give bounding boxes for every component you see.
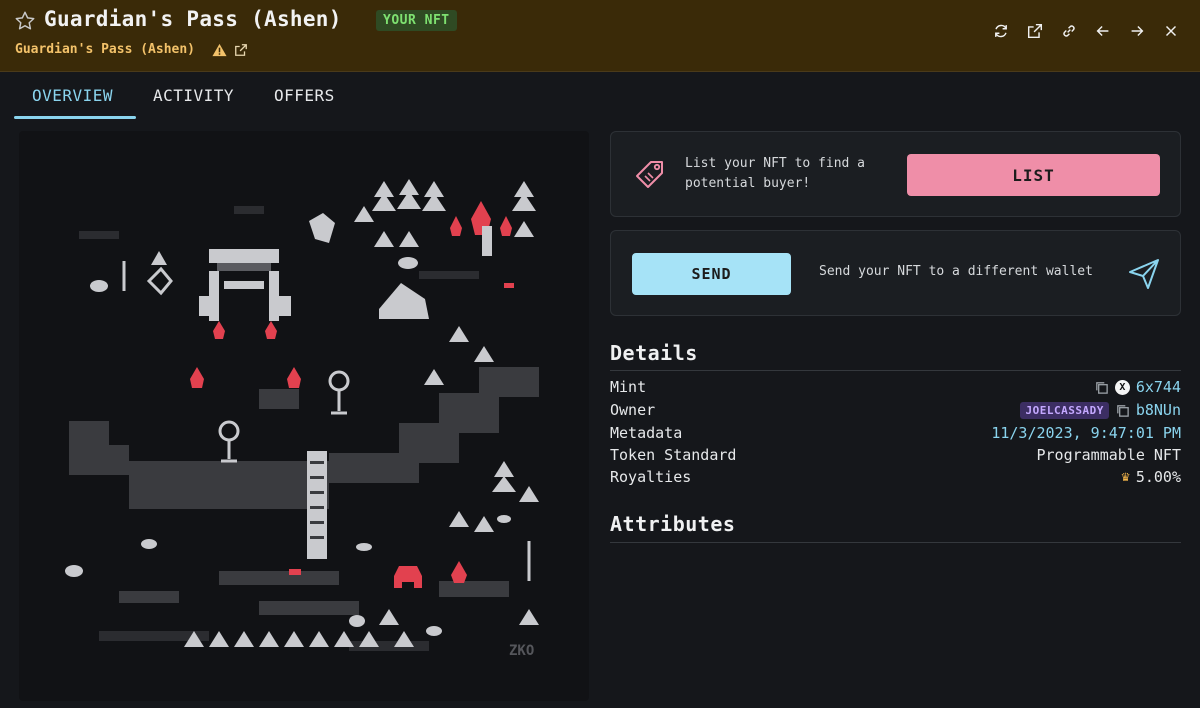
- refresh-icon[interactable]: [992, 22, 1010, 40]
- warning-icon: [212, 42, 227, 57]
- collection-link[interactable]: Guardian's Pass (Ashen): [15, 42, 195, 57]
- list-card: List your NFT to find a potential buyer!…: [610, 131, 1181, 217]
- detail-row-owner: Owner JOELCASSADY b8NUn: [610, 401, 1181, 423]
- copy-icon[interactable]: [1115, 403, 1130, 418]
- link-icon[interactable]: [1060, 22, 1078, 40]
- metadata-link[interactable]: 11/3/2023, 9:47:01 PM: [991, 424, 1181, 442]
- pixel-art-scene: ZKO: [65, 179, 539, 659]
- crown-icon: ♛: [1121, 469, 1130, 485]
- price-tag-icon: [631, 156, 669, 194]
- open-external-icon[interactable]: [1026, 22, 1044, 40]
- royalties-value: 5.00%: [1135, 468, 1181, 486]
- active-tab-indicator: [14, 116, 136, 119]
- nft-title: Guardian's Pass (Ashen): [44, 7, 342, 31]
- tab-bar: OVERVIEW ACTIVITY OFFERS: [0, 73, 1200, 123]
- details-divider: [610, 370, 1181, 371]
- detail-value: 11/3/2023, 9:47:01 PM: [991, 424, 1181, 442]
- arrow-right-icon[interactable]: [1128, 22, 1146, 40]
- owner-address-link[interactable]: b8NUn: [1136, 401, 1181, 419]
- owner-name-tag[interactable]: JOELCASSADY: [1020, 401, 1109, 419]
- detail-row-mint: Mint X 6x744: [610, 378, 1181, 400]
- attributes-divider: [610, 542, 1181, 543]
- nft-artwork-image: ZKO: [19, 131, 589, 701]
- detail-label: Mint: [610, 378, 647, 396]
- send-card: SEND Send your NFT to a different wallet: [610, 230, 1181, 316]
- modal-header: Guardian's Pass (Ashen) YOUR NFT Guardia…: [0, 0, 1200, 72]
- header-actions: [992, 22, 1180, 40]
- list-button[interactable]: LIST: [907, 154, 1160, 196]
- copy-icon[interactable]: [1094, 380, 1109, 395]
- paper-plane-icon: [1126, 256, 1162, 292]
- send-button[interactable]: SEND: [632, 253, 791, 295]
- mint-address-link[interactable]: 6x744: [1136, 378, 1181, 396]
- artwork-monogram: ZKO: [509, 643, 534, 659]
- detail-label: Metadata: [610, 424, 683, 442]
- tab-offers[interactable]: OFFERS: [274, 86, 335, 105]
- your-nft-badge: YOUR NFT: [376, 10, 457, 31]
- arrow-left-icon[interactable]: [1094, 22, 1112, 40]
- tab-activity[interactable]: ACTIVITY: [153, 86, 234, 105]
- detail-label: Royalties: [610, 468, 692, 486]
- collection-external-link-icon[interactable]: [234, 42, 248, 56]
- detail-row-token-standard: Token Standard Programmable NFT: [610, 446, 1181, 468]
- tab-overview[interactable]: OVERVIEW: [32, 86, 113, 105]
- detail-label: Owner: [610, 401, 656, 419]
- attributes-heading: Attributes: [610, 512, 736, 536]
- send-description: Send your NFT to a different wallet: [819, 264, 1093, 279]
- details-heading: Details: [610, 341, 698, 365]
- close-icon[interactable]: [1162, 22, 1180, 40]
- x-explorer-icon[interactable]: X: [1114, 379, 1130, 395]
- detail-value: Programmable NFT: [1037, 446, 1182, 464]
- detail-label: Token Standard: [610, 446, 737, 464]
- detail-value: ♛ 5.00%: [1121, 468, 1181, 486]
- detail-row-royalties: Royalties ♛ 5.00%: [610, 468, 1181, 490]
- detail-value: X 6x744: [1094, 378, 1181, 396]
- token-standard-value: Programmable NFT: [1036, 446, 1182, 464]
- detail-row-metadata: Metadata 11/3/2023, 9:47:01 PM: [610, 424, 1181, 446]
- list-description: List your NFT to find a potential buyer!: [685, 156, 866, 191]
- favorite-star-icon[interactable]: [14, 10, 36, 32]
- detail-value: JOELCASSADY b8NUn: [1020, 401, 1181, 419]
